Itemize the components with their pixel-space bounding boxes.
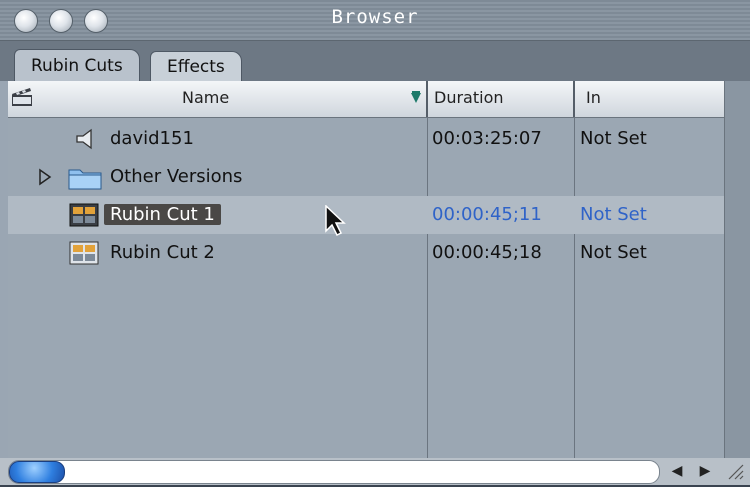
clapper-icon[interactable] — [10, 85, 36, 111]
sequence-icon — [69, 241, 99, 269]
bottom-bar: ◀ ▶ — [0, 458, 750, 485]
vertical-scroll-area[interactable] — [724, 81, 750, 458]
list-item[interactable]: Rubin Cut 2 00:00:45;18 Not Set — [8, 234, 724, 272]
sort-indicator-icon[interactable] — [410, 91, 422, 107]
column-in-header[interactable]: In — [586, 81, 601, 117]
mouse-pointer-icon — [325, 204, 347, 241]
title-bar[interactable]: Browser — [0, 0, 750, 41]
tab-bar: Rubin Cuts Effects — [0, 41, 750, 82]
sequence-duration: 00:00:45;18 — [432, 242, 542, 263]
sequence-name-highlight: Rubin Cut 1 — [104, 204, 221, 225]
clip-duration: 00:03:25:07 — [432, 128, 542, 149]
column-header: Name Duration In — [8, 81, 724, 118]
browser-window: Browser Rubin Cuts Effects Name Duration… — [0, 0, 750, 485]
clip-name: david151 — [110, 128, 194, 149]
audio-clip-icon — [74, 127, 96, 155]
list-item[interactable]: Other Versions — [8, 158, 724, 196]
scroll-left-icon[interactable]: ◀ — [666, 461, 688, 481]
sequence-in: Not Set — [580, 204, 647, 225]
clip-in: Not Set — [580, 128, 647, 149]
disclosure-triangle-icon[interactable] — [38, 168, 52, 190]
sequence-in: Not Set — [580, 242, 647, 263]
window-title: Browser — [331, 6, 419, 28]
sequence-duration: 00:00:45;11 — [432, 204, 542, 225]
sequence-name: Rubin Cut 2 — [110, 242, 215, 263]
list-item[interactable]: david151 00:03:25:07 Not Set — [8, 120, 724, 158]
clip-list: david151 00:03:25:07 Not Set Other Versi… — [8, 118, 724, 458]
scroll-thumb[interactable] — [9, 461, 65, 483]
bin-name: Other Versions — [110, 166, 243, 187]
column-name-header[interactable]: Name — [182, 81, 229, 117]
tab-rubin-cuts[interactable]: Rubin Cuts — [14, 49, 140, 82]
tab-effects[interactable]: Effects — [150, 51, 242, 82]
bin-folder-icon — [68, 166, 102, 194]
column-duration-header[interactable]: Duration — [434, 81, 504, 117]
sequence-icon — [69, 203, 99, 231]
scroll-right-icon[interactable]: ▶ — [694, 461, 716, 481]
resize-grip-icon[interactable] — [724, 461, 746, 481]
list-item-selected[interactable]: Rubin Cut 1 00:00:45;11 Not Set — [8, 196, 724, 234]
horizontal-scrollbar[interactable] — [8, 460, 660, 484]
sequence-name: Rubin Cut 1 — [104, 200, 221, 230]
